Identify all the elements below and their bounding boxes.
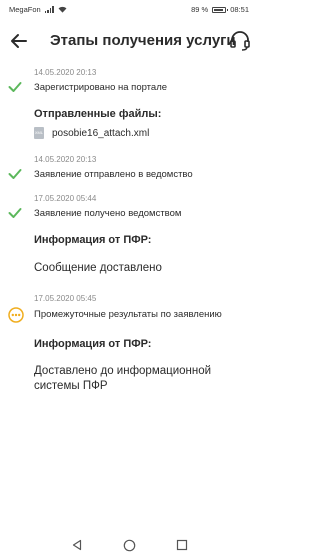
event-date: 14.05.2020 20:13 [34, 155, 97, 164]
info-heading: Информация от ПФР: [34, 338, 152, 350]
nav-recents-icon[interactable] [176, 539, 188, 551]
files-heading: Отправленные файлы: [34, 108, 162, 120]
file-item[interactable]: XML posobie16_attach.xml [34, 127, 149, 139]
nav-home-icon[interactable] [123, 539, 136, 552]
event-text: Зарегистрировано на портале [34, 82, 168, 93]
event-date: 17.05.2020 05:44 [34, 194, 97, 203]
event-date: 17.05.2020 05:45 [34, 294, 97, 303]
battery-icon [212, 6, 229, 13]
check-icon [8, 169, 22, 179]
system-nav-bar [0, 530, 258, 560]
clock: 08:51 [230, 5, 249, 14]
info-heading: Информация от ПФР: [34, 234, 152, 246]
event-text: Промежуточные результаты по заявлению [34, 309, 222, 320]
event-text: Заявление получено ведомством [34, 208, 182, 219]
check-icon [8, 82, 22, 92]
in-progress-icon [8, 307, 24, 323]
info-text-line: системы ПФР [34, 380, 108, 392]
headset-icon[interactable] [228, 29, 252, 53]
xml-file-icon: XML [34, 127, 44, 139]
event-text: Заявление отправлено в ведомство [34, 169, 193, 180]
status-bar: MegaFon 89 % 08:51 [0, 0, 258, 20]
info-text-line: Доставлено до информационной [34, 365, 212, 377]
app-header: Этапы получения услуги [0, 20, 258, 64]
carrier-name: MegaFon [9, 5, 41, 14]
nav-back-icon[interactable] [71, 539, 83, 551]
signal-icon [44, 6, 54, 13]
wifi-icon [58, 6, 67, 13]
info-text: Сообщение доставлено [34, 262, 162, 274]
page-title: Этапы получения услуги [50, 32, 236, 49]
battery-percent: 89 % [191, 5, 209, 14]
back-arrow-icon[interactable] [8, 30, 30, 52]
file-name: posobie16_attach.xml [52, 127, 150, 139]
event-date: 14.05.2020 20:13 [34, 68, 97, 77]
check-icon [8, 208, 22, 218]
